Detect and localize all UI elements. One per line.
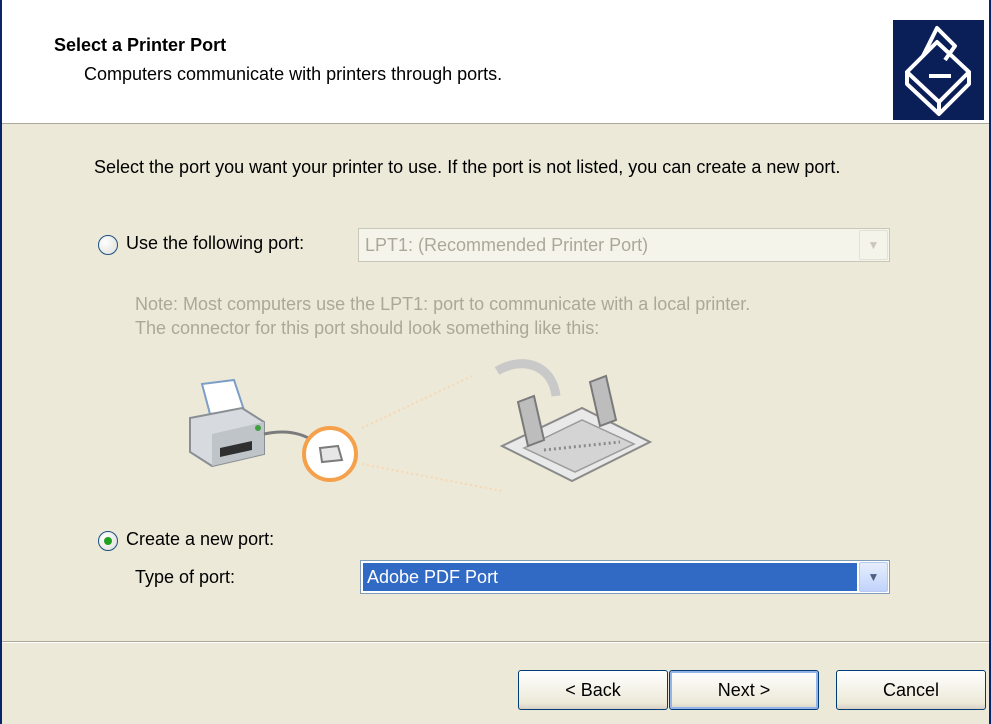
port-type-value: Adobe PDF Port (363, 563, 857, 591)
wizard-header: Select a Printer Port Computers communic… (2, 0, 989, 124)
note-line-1: Note: Most computers use the LPT1: port … (135, 294, 751, 314)
instructions-text: Select the port you want your printer to… (94, 157, 841, 177)
use-port-label[interactable]: Use the following port: (126, 233, 304, 254)
port-select: LPT1: (Recommended Printer Port) ▼ (358, 228, 890, 262)
chevron-down-icon: ▼ (859, 230, 888, 260)
note-line-2: The connector for this port should look … (135, 318, 600, 338)
printer-icon (189, 378, 265, 468)
next-button[interactable]: Next > (669, 670, 819, 710)
port-note: Note: Most computers use the LPT1: port … (135, 292, 915, 340)
page-subtitle: Computers communicate with printers thro… (84, 64, 503, 84)
create-port-radio[interactable] (98, 531, 118, 551)
page-title: Select a Printer Port (54, 35, 227, 55)
printer-wizard-icon (893, 20, 984, 120)
port-type-label: Type of port: (135, 567, 236, 587)
port-select-value: LPT1: (Recommended Printer Port) (365, 235, 649, 255)
chevron-down-icon[interactable]: ▼ (859, 562, 888, 592)
printer-connector-illustration (172, 356, 692, 511)
use-port-radio[interactable] (98, 235, 118, 255)
cancel-button[interactable]: Cancel (836, 670, 986, 710)
port-type-select[interactable]: Adobe PDF Port ▼ (360, 560, 890, 594)
create-port-label[interactable]: Create a new port: (126, 529, 274, 550)
footer-divider (2, 641, 989, 643)
parallel-connector-icon (494, 359, 653, 483)
back-button[interactable]: < Back (518, 670, 668, 710)
